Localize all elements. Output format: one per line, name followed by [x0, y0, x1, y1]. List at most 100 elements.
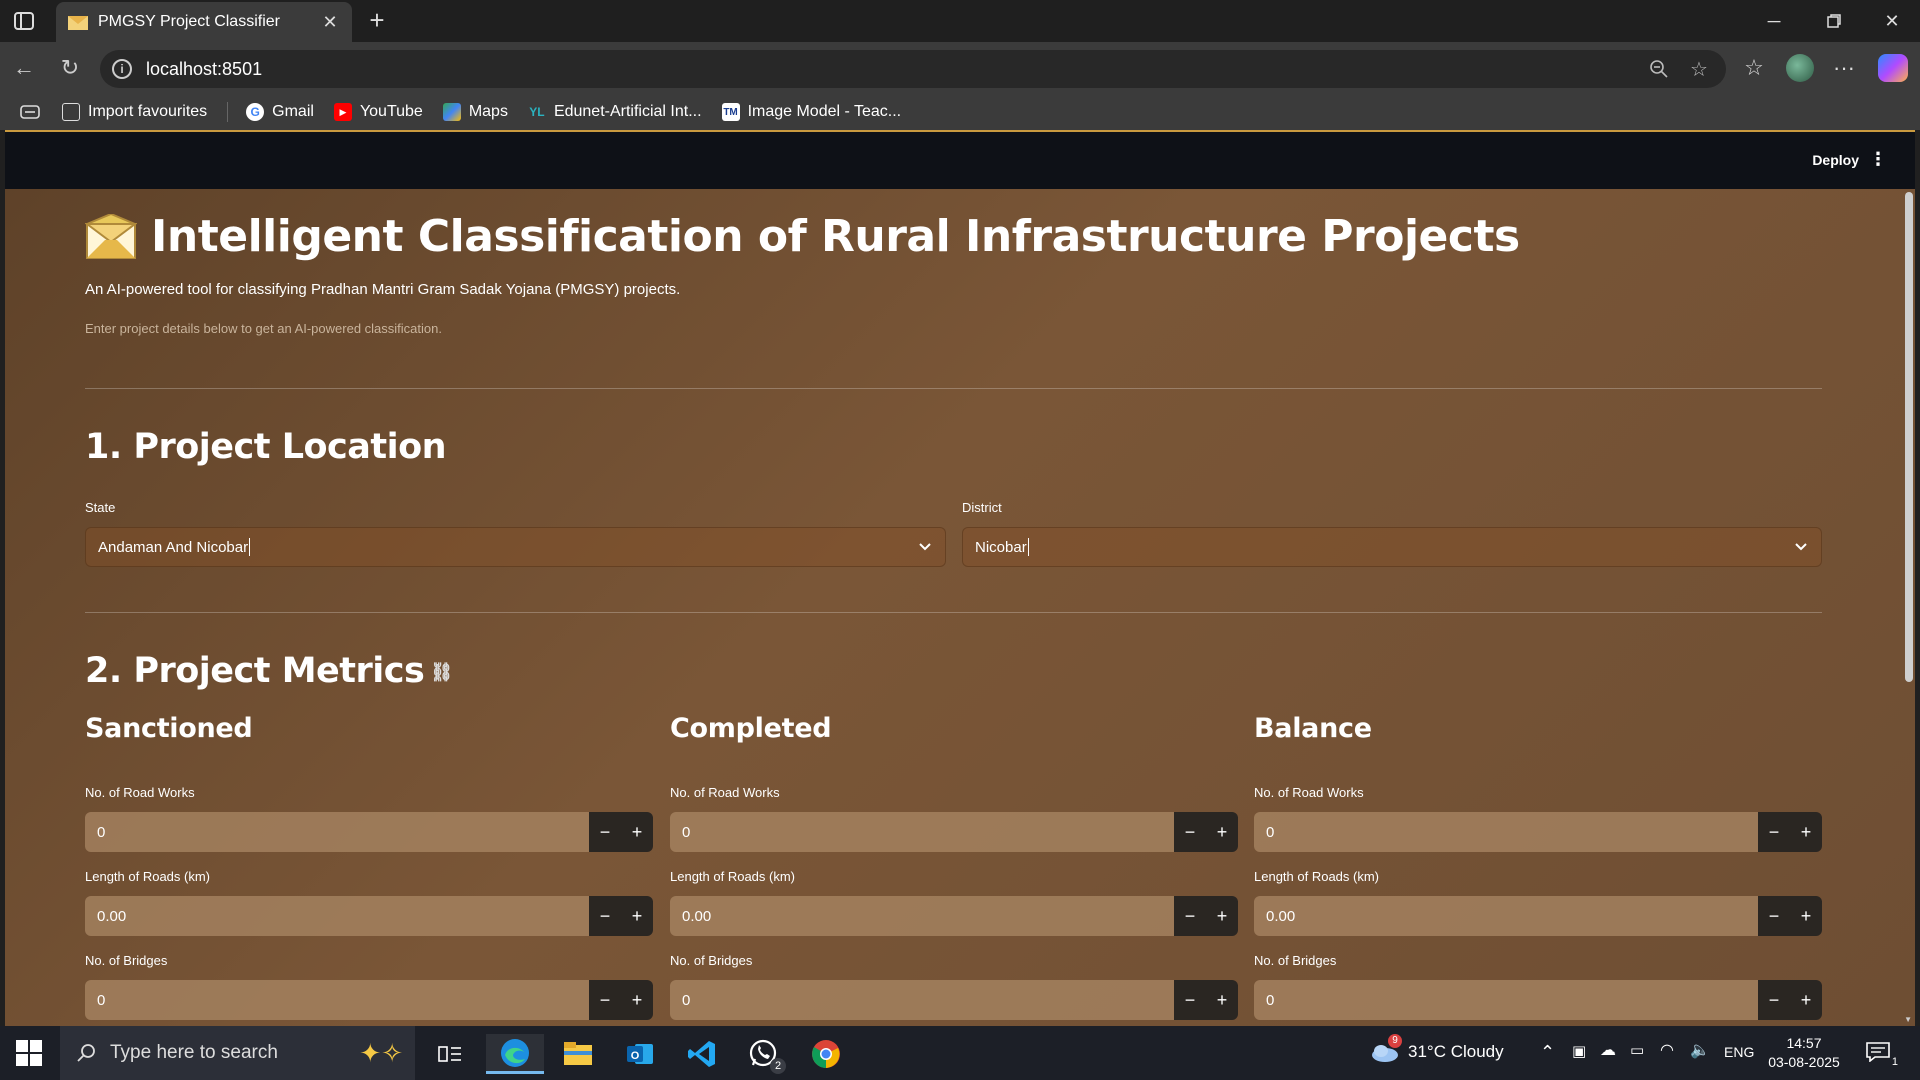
language-indicator[interactable]: ENG — [1724, 1044, 1754, 1060]
site-info-icon[interactable]: i — [112, 59, 132, 79]
address-bar[interactable]: i localhost:8501 ☆ — [100, 50, 1726, 88]
sanctioned-road-works-input[interactable]: 0 − + — [85, 812, 653, 852]
sanctioned-road-length-input[interactable]: 0.00 − + — [85, 896, 653, 936]
file-explorer-icon[interactable] — [552, 1034, 604, 1074]
increment-button[interactable]: + — [1790, 896, 1822, 936]
import-icon — [62, 103, 80, 121]
number-field[interactable]: 0 — [1254, 980, 1758, 1020]
minimize-icon[interactable]: ─ — [1754, 8, 1794, 34]
number-field[interactable]: 0 — [1254, 812, 1758, 852]
profile-avatar[interactable] — [1786, 54, 1814, 82]
increment-button[interactable]: + — [621, 896, 653, 936]
fav-youtube[interactable]: ▶ YouTube — [333, 103, 423, 121]
task-view-icon[interactable] — [428, 1034, 472, 1074]
decrement-button[interactable]: − — [1174, 980, 1206, 1020]
decrement-button[interactable]: − — [1758, 896, 1790, 936]
fav-import-favourites[interactable]: Import favourites — [62, 103, 207, 121]
state-select[interactable]: Andaman And Nicobar — [85, 527, 946, 567]
increment-button[interactable]: + — [1206, 812, 1238, 852]
chrome-icon[interactable] — [800, 1034, 852, 1074]
main-menu-icon[interactable]: ⋮ — [1869, 149, 1887, 170]
copilot-icon[interactable] — [1878, 54, 1908, 82]
more-options-icon[interactable]: ··· — [1830, 54, 1858, 82]
field-label: No. of Road Works — [670, 785, 780, 800]
balance-road-works-input[interactable]: 0 − + — [1254, 812, 1822, 852]
streamlit-app: Deploy ⋮ ▼ Intelligent Classification of… — [5, 130, 1915, 1026]
field-label: Length of Roads (km) — [85, 869, 211, 884]
number-field[interactable]: 0.00 — [1254, 896, 1758, 936]
number-field[interactable]: 0 — [670, 812, 1174, 852]
number-field[interactable]: 0 — [670, 980, 1174, 1020]
fav-label: YouTube — [359, 103, 423, 120]
number-field[interactable]: 0 — [85, 980, 589, 1020]
weather-text[interactable]: 31°C Cloudy — [1408, 1042, 1504, 1062]
taskbar-search[interactable]: Type here to search ✦✧ — [60, 1026, 415, 1080]
restore-icon[interactable] — [1814, 8, 1854, 34]
title-row: Intelligent Classification of Rural Infr… — [84, 211, 1520, 262]
fav-gmail[interactable]: G Gmail — [246, 103, 314, 121]
decrement-button[interactable]: − — [589, 896, 621, 936]
page-scrollbar[interactable] — [1905, 192, 1913, 682]
scroll-down-arrow-icon[interactable]: ▼ — [1904, 1015, 1912, 1024]
favourites-icon[interactable]: ☆ — [1740, 54, 1768, 82]
vscode-icon[interactable] — [676, 1034, 728, 1074]
completed-road-works-input[interactable]: 0 − + — [670, 812, 1238, 852]
sanctioned-bridges-input[interactable]: 0 − + — [85, 980, 653, 1020]
browser-tab-active[interactable]: PMGSY Project Classifier ✕ — [56, 2, 352, 42]
zoom-icon[interactable] — [1648, 58, 1670, 80]
onedrive-cloud-icon[interactable]: ☁ — [1600, 1040, 1616, 1060]
increment-button[interactable]: + — [1206, 980, 1238, 1020]
outlook-icon[interactable]: O — [614, 1034, 666, 1074]
number-field[interactable]: 0 — [85, 812, 589, 852]
meet-now-icon[interactable]: ▣ — [1572, 1042, 1586, 1060]
wifi-icon[interactable]: ◠ — [1660, 1040, 1674, 1060]
tab-actions-icon[interactable] — [12, 9, 36, 33]
district-select[interactable]: Nicobar — [962, 527, 1822, 567]
decrement-button[interactable]: − — [1758, 812, 1790, 852]
weather-cloud-icon[interactable]: 9 — [1370, 1034, 1402, 1062]
deploy-button[interactable]: Deploy — [1812, 152, 1859, 168]
chevron-down-icon[interactable] — [1793, 538, 1809, 554]
fav-image-model[interactable]: TM Image Model - Teac... — [721, 103, 901, 121]
decrement-button[interactable]: − — [1174, 896, 1206, 936]
increment-button[interactable]: + — [1790, 980, 1822, 1020]
number-field[interactable]: 0.00 — [85, 896, 589, 936]
balance-road-length-input[interactable]: 0.00 − + — [1254, 896, 1822, 936]
fav-edunet[interactable]: YL Edunet-Artificial Int... — [528, 103, 701, 121]
decrement-button[interactable]: − — [1758, 980, 1790, 1020]
completed-bridges-input[interactable]: 0 − + — [670, 980, 1238, 1020]
favourites-menu-icon[interactable] — [20, 105, 40, 119]
decrement-button[interactable]: − — [589, 812, 621, 852]
favourite-star-icon[interactable]: ☆ — [1688, 58, 1710, 81]
chevron-down-icon[interactable] — [917, 538, 933, 554]
completed-road-length-input[interactable]: 0.00 − + — [670, 896, 1238, 936]
speaker-icon[interactable]: 🔈 — [1690, 1040, 1710, 1060]
increment-button[interactable]: + — [621, 812, 653, 852]
edge-browser-icon[interactable] — [486, 1034, 544, 1074]
back-icon[interactable]: ← — [10, 54, 38, 82]
whatsapp-badge: 2 — [770, 1058, 786, 1074]
clock[interactable]: 14:57 03-08-2025 — [1764, 1034, 1844, 1072]
windows-start-icon[interactable] — [16, 1040, 42, 1066]
decrement-button[interactable]: − — [589, 980, 621, 1020]
refresh-icon[interactable]: ↻ — [56, 54, 84, 82]
close-tab-icon[interactable]: ✕ — [320, 12, 340, 32]
number-field[interactable]: 0.00 — [670, 896, 1174, 936]
new-tab-icon[interactable]: + — [364, 7, 390, 34]
whatsapp-icon[interactable]: 2 — [738, 1034, 790, 1074]
url-text[interactable]: localhost:8501 — [146, 59, 262, 80]
balance-bridges-input[interactable]: 0 − + — [1254, 980, 1822, 1020]
envelope-favicon-icon — [68, 14, 88, 30]
page-title: Intelligent Classification of Rural Infr… — [151, 211, 1520, 262]
anchor-link-icon[interactable]: ⛓ — [430, 662, 453, 683]
close-window-icon[interactable]: ✕ — [1872, 8, 1912, 34]
notification-icon[interactable]: 1 — [1866, 1042, 1898, 1068]
increment-button[interactable]: + — [621, 980, 653, 1020]
fav-maps[interactable]: Maps — [442, 103, 508, 121]
chevron-up-icon[interactable]: ⌃ — [1540, 1042, 1555, 1063]
decrement-button[interactable]: − — [1174, 812, 1206, 852]
battery-icon[interactable]: ▭ — [1630, 1041, 1644, 1059]
tab-title: PMGSY Project Classifier — [98, 13, 280, 30]
increment-button[interactable]: + — [1790, 812, 1822, 852]
increment-button[interactable]: + — [1206, 896, 1238, 936]
